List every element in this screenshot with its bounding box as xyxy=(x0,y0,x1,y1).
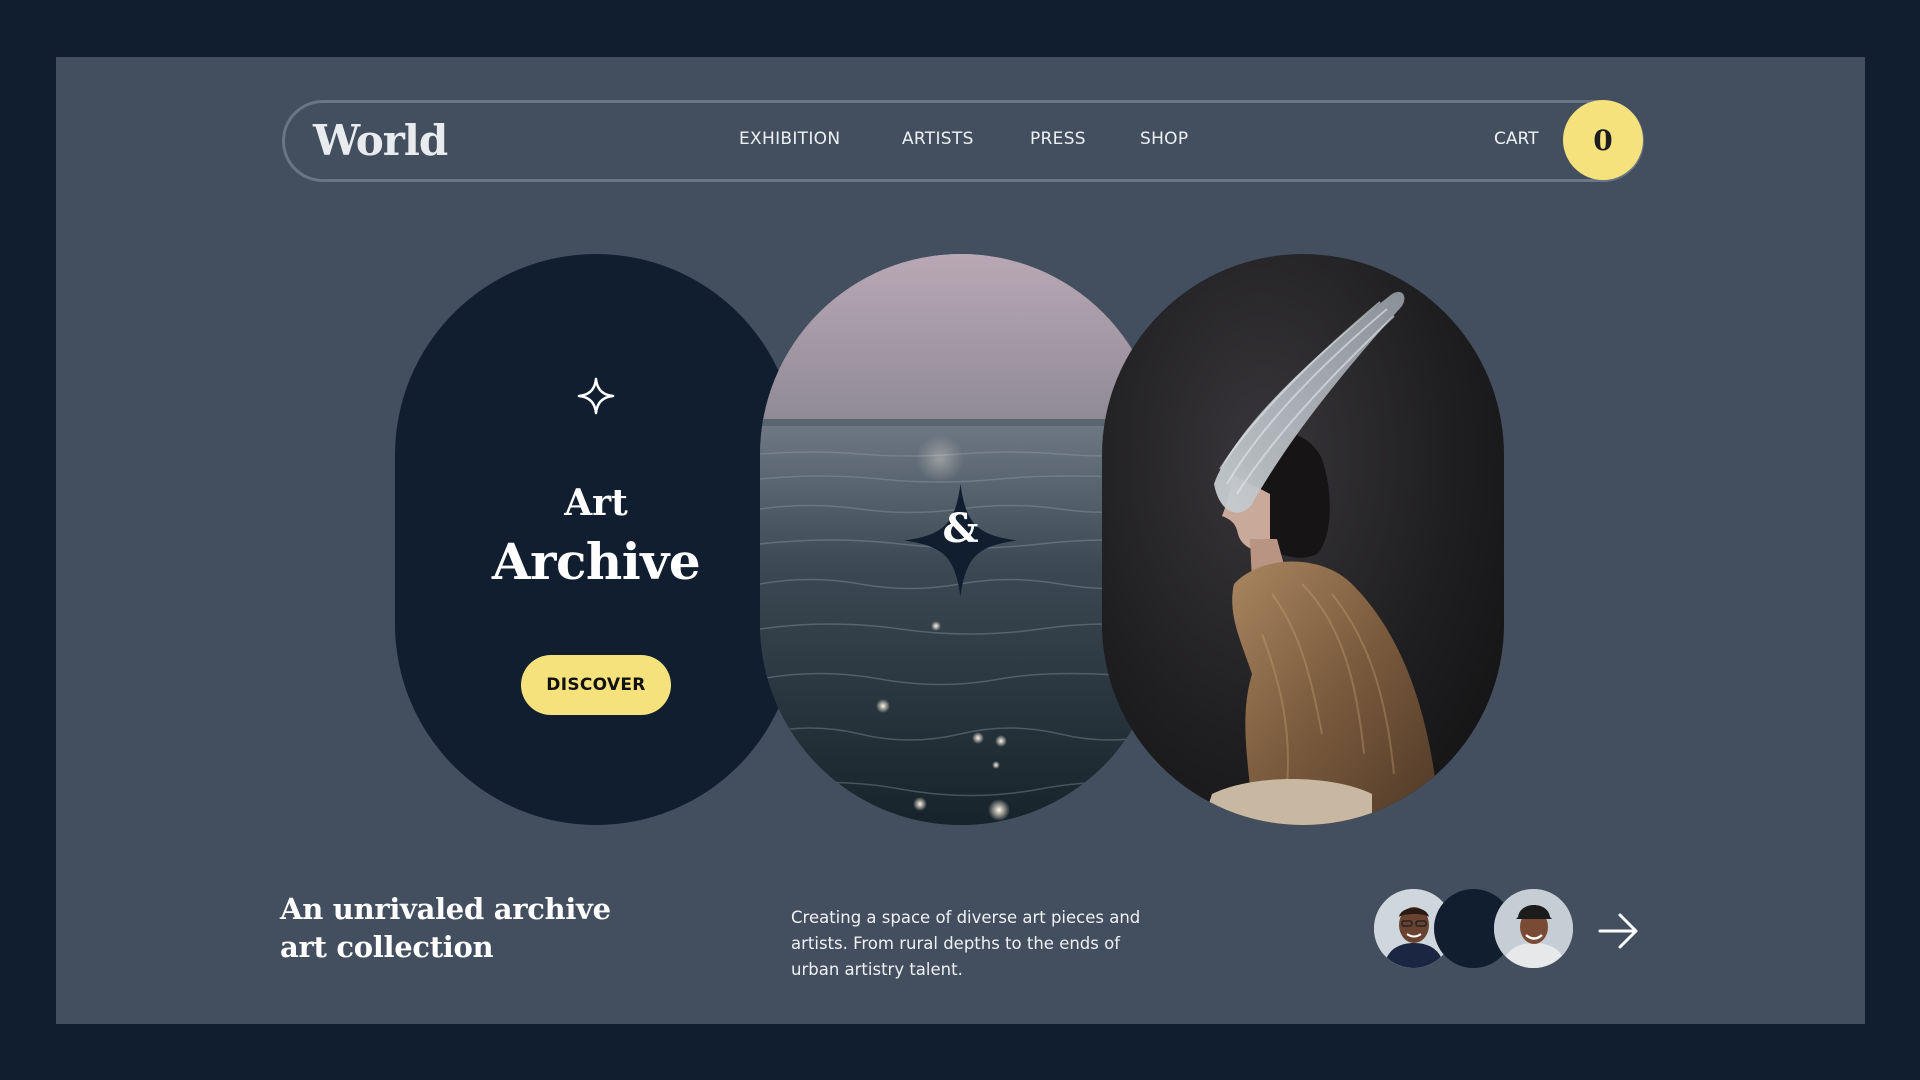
top-navigation: World EXHIBITION ARTISTS PRESS SHOP CART… xyxy=(282,100,1644,182)
discover-button[interactable]: DISCOVER xyxy=(521,655,671,715)
cart-count-badge[interactable]: 0 xyxy=(1563,100,1643,180)
nav-item-shop[interactable]: SHOP xyxy=(1140,129,1188,149)
ampersand-text: & xyxy=(942,505,979,552)
description-text: Creating a space of diverse art pieces a… xyxy=(791,908,1141,979)
site-logo[interactable]: World xyxy=(313,116,448,165)
nav-item-artists[interactable]: ARTISTS xyxy=(902,129,974,149)
portrait-image-card xyxy=(1102,254,1504,825)
nav-item-press[interactable]: PRESS xyxy=(1030,129,1086,149)
hero-title-line2: Archive xyxy=(491,532,701,591)
sparkle-icon xyxy=(577,377,615,415)
hero-title-line1: Art xyxy=(564,482,628,524)
artist-photo-2 xyxy=(1494,889,1573,968)
avatar-artist-2[interactable] xyxy=(1494,889,1573,968)
hero-title-card: Art Archive DISCOVER xyxy=(395,254,797,825)
tagline: An unrivaled archive art collection xyxy=(280,890,611,966)
cart-link[interactable]: CART xyxy=(1494,129,1538,149)
tagline-line1: An unrivaled archive xyxy=(280,892,611,926)
arrow-right-icon[interactable] xyxy=(1596,909,1640,953)
nav-item-exhibition[interactable]: EXHIBITION xyxy=(739,129,840,149)
portrait-image xyxy=(1202,291,1440,825)
tagline-line2: art collection xyxy=(280,930,494,964)
